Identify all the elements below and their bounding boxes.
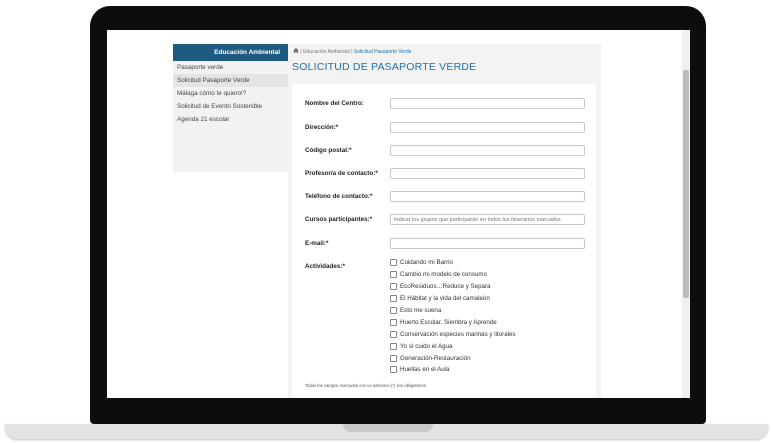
codigo-postal-label: Código postal:* xyxy=(305,147,352,154)
activity-option[interactable]: Esto me suena xyxy=(390,305,516,317)
checkbox[interactable] xyxy=(390,271,397,279)
sidebar-item-pasaporte-verde[interactable]: Pasaporte verde xyxy=(173,61,288,74)
actividades-checklist: Cuidando mi Barrio Cambio mi modelo de c… xyxy=(390,257,516,376)
activity-option[interactable]: Huerto Escolar. Siembra y Aprende xyxy=(390,316,516,328)
laptop-notch xyxy=(343,424,433,432)
sidebar-item-evento-sostenible[interactable]: Solicitud de Evento Sostenible xyxy=(173,100,288,113)
sidebar: Educación Ambiental Pasaporte verde Soli… xyxy=(173,44,288,172)
required-fields-note: Todos los campos marcados con un asteris… xyxy=(305,383,427,388)
centro-input[interactable] xyxy=(390,98,585,109)
cursos-label: Cursos participantes:* xyxy=(305,216,373,223)
activity-label: EcoResiduos…Reduce y Separa xyxy=(400,283,491,291)
codigo-postal-input[interactable] xyxy=(390,145,585,156)
email-label: E-mail:* xyxy=(305,240,329,247)
activity-label: El Hábitat y la vida del camaleón xyxy=(400,295,490,303)
activity-option[interactable]: Cambio mi modelo de consumo xyxy=(390,269,516,281)
home-icon[interactable] xyxy=(293,48,299,53)
request-form: Nombre del Centro: Dirección:* Código po… xyxy=(292,84,596,398)
breadcrumb: | Educación Ambiental | Solicitud Pasapo… xyxy=(293,48,411,55)
activity-option[interactable]: Generación-Restauración xyxy=(390,352,516,364)
telefono-label: Teléfono de contacto:* xyxy=(305,193,373,200)
sidebar-item-agenda-21[interactable]: Agenda 21 escolar xyxy=(173,113,288,126)
breadcrumb-separator: | xyxy=(300,49,302,55)
sidebar-item-malaga[interactable]: Málaga cómo te quiero!? xyxy=(173,87,288,100)
activity-label: Yo sí cuido el Agua xyxy=(400,342,453,350)
checkbox[interactable] xyxy=(390,307,397,314)
profesor-input[interactable] xyxy=(390,168,585,179)
activity-option[interactable]: EcoResiduos…Reduce y Separa xyxy=(390,281,516,293)
activity-option[interactable]: Yo sí cuido el Agua xyxy=(390,340,516,352)
activity-label: Huellas en el Aula xyxy=(400,366,450,374)
telefono-input[interactable] xyxy=(390,191,585,202)
sidebar-item-solicitud-pasaporte[interactable]: Solicitud Pasaporte Verde xyxy=(173,74,288,87)
profesor-label: Profesor/a de contacto:* xyxy=(305,170,378,177)
activity-option[interactable]: El Hábitat y la vida del camaleón xyxy=(390,293,516,305)
checkbox[interactable] xyxy=(390,342,397,350)
scrollbar[interactable] xyxy=(682,30,690,398)
page-title: SOLICITUD DE PASAPORTE VERDE xyxy=(292,61,477,73)
breadcrumb-section[interactable]: Educación Ambiental xyxy=(303,49,350,55)
activity-label: Conservación especies marinas y litorale… xyxy=(400,330,516,338)
checkbox[interactable] xyxy=(390,295,397,303)
sidebar-header: Educación Ambiental xyxy=(173,44,288,61)
direccion-input[interactable] xyxy=(390,122,585,133)
checkbox[interactable] xyxy=(390,354,397,362)
breadcrumb-current[interactable]: Solicitud Pasaporte Verde xyxy=(354,49,412,55)
checkbox[interactable] xyxy=(390,283,397,291)
checkbox[interactable] xyxy=(390,330,397,338)
activity-option[interactable]: Huellas en el Aula xyxy=(390,364,516,376)
activity-label: Generación-Restauración xyxy=(400,354,471,362)
checkbox[interactable] xyxy=(390,366,397,374)
browser-viewport: Educación Ambiental Pasaporte verde Soli… xyxy=(107,30,690,398)
activity-option[interactable]: Conservación especies marinas y litorale… xyxy=(390,328,516,340)
main-content: | Educación Ambiental | Solicitud Pasapo… xyxy=(288,44,601,398)
direccion-label: Dirección:* xyxy=(305,124,339,131)
checkbox[interactable] xyxy=(390,318,397,326)
activity-label: Cambio mi modelo de consumo xyxy=(400,271,488,279)
activity-label: Esto me suena xyxy=(400,307,442,314)
activity-label: Huerto Escolar. Siembra y Aprende xyxy=(400,318,497,326)
email-input[interactable] xyxy=(390,238,585,249)
breadcrumb-separator: | xyxy=(351,49,353,55)
scrollbar-thumb[interactable] xyxy=(683,70,689,298)
checkbox[interactable] xyxy=(390,259,397,267)
activity-label: Cuidando mi Barrio xyxy=(400,259,453,267)
actividades-label: Actividades:* xyxy=(305,263,345,270)
centro-label: Nombre del Centro: xyxy=(305,100,364,107)
activity-option[interactable]: Cuidando mi Barrio xyxy=(390,257,516,269)
cursos-input[interactable] xyxy=(390,214,585,225)
